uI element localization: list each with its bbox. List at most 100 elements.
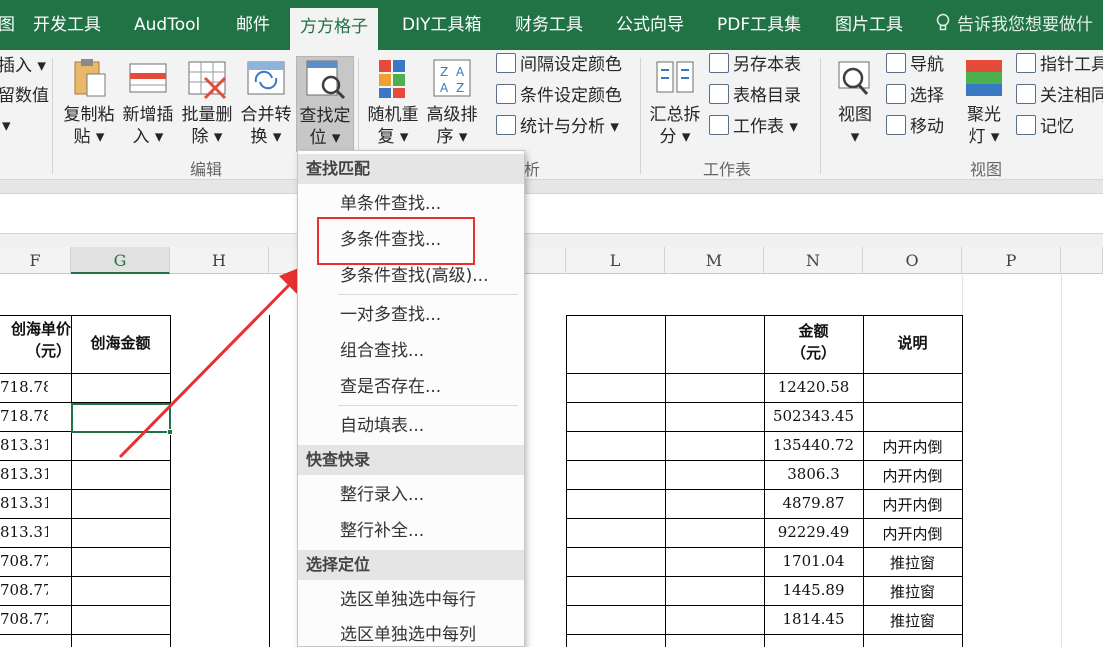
tab-image-tools[interactable]: 图片工具 — [835, 0, 903, 50]
table-cell-amount[interactable]: 135440.72 — [764, 436, 863, 454]
tab-pdf-tools[interactable]: PDF工具集 — [717, 0, 801, 50]
column-header-l[interactable]: L — [566, 247, 665, 274]
table-cell-note[interactable]: 推拉窗 — [863, 552, 962, 573]
menu-item-one-to-many-find[interactable]: 一对多查找... — [298, 298, 524, 332]
memory-button[interactable]: 记忆 — [1016, 113, 1074, 141]
tab-diy-toolbox[interactable]: DIY工具箱 — [402, 0, 482, 50]
header-cell-amount[interactable]: 创海金额 — [71, 332, 170, 353]
column-header-next[interactable] — [1061, 247, 1103, 274]
highlight-box — [317, 217, 475, 265]
table-cell-unit-price[interactable]: 813.31 — [0, 465, 48, 483]
condition-color-button[interactable]: 条件设定颜色 — [496, 82, 622, 110]
spotlight-button[interactable]: 聚光 灯 ▾ — [955, 56, 1013, 152]
header-cell-note[interactable]: 说明 — [863, 332, 962, 353]
table-cell-amount[interactable]: 1814.45 — [764, 610, 863, 628]
column-header-o[interactable]: O — [863, 247, 962, 274]
table-cell-note[interactable]: 内开内倒 — [863, 436, 962, 457]
table-cell-note[interactable]: 推拉窗 — [863, 610, 962, 631]
merge-convert-button[interactable]: 合并转 换 ▾ — [237, 56, 295, 152]
worksheet-button[interactable]: 工作表 ▾ — [709, 113, 798, 141]
table-cell-unit-price[interactable]: 813.31 — [0, 523, 48, 541]
table-cell-amount[interactable]: 1701.04 — [764, 552, 863, 570]
menu-item-combined-find[interactable]: 组合查找... — [298, 334, 524, 368]
add-insert-button[interactable]: 新增插 入 ▾ — [119, 56, 177, 152]
column-header-g[interactable]: G — [71, 247, 170, 274]
copy-paste-button[interactable]: 复制粘 贴 ▾ — [60, 56, 118, 152]
menu-item-row-entry[interactable]: 整行录入... — [298, 478, 524, 512]
column-header-m[interactable]: M — [665, 247, 764, 274]
table-cell-unit-price[interactable]: 718.78 — [0, 407, 48, 425]
keep-values-button-partial[interactable]: 留数值 — [0, 82, 49, 110]
table-cell-unit-price[interactable]: 813.31 — [0, 494, 48, 512]
table-cell-unit-price[interactable]: 813.31 — [0, 436, 48, 454]
table-border — [170, 315, 171, 647]
insert-rows-icon — [129, 63, 167, 93]
menu-item-auto-fill[interactable]: 自动填表... — [298, 409, 524, 443]
tab-view-partial[interactable]: 图 — [0, 0, 15, 50]
select-button[interactable]: 选择 — [886, 82, 944, 110]
pointer-tool-button[interactable]: 指针工具 — [1016, 51, 1103, 79]
table-cell-amount[interactable]: 3806.3 — [764, 465, 863, 483]
table-cell-note[interactable]: 内开内倒 — [863, 494, 962, 515]
interval-color-button[interactable]: 间隔设定颜色 — [496, 51, 622, 79]
header-cell-money[interactable]: 金额 （元） — [764, 320, 863, 364]
worksheet-grid[interactable]: 创海单价 （元） 创海金额 金额 （元） 说明 718.78 12420.58 71… — [0, 275, 1103, 647]
navigation-button[interactable]: 导航 — [886, 51, 944, 79]
table-cell-note[interactable]: 推拉窗 — [863, 581, 962, 602]
merge-convert-label: 合并转 换 ▾ — [240, 105, 292, 147]
view-button[interactable]: 视图 ▾ — [826, 56, 884, 152]
advanced-sort-button[interactable]: Z A A Z 高级排 序 ▾ — [423, 56, 481, 152]
menu-item-check-exists[interactable]: 查是否存在... — [298, 370, 524, 404]
active-cell[interactable] — [71, 403, 171, 433]
stats-analysis-button[interactable]: 统计与分析 ▾ — [496, 113, 619, 141]
gridline — [962, 275, 963, 315]
menu-item-row-complete[interactable]: 整行补全... — [298, 514, 524, 548]
menu-item-select-each-row[interactable]: 选区单独选中每行 — [298, 583, 524, 617]
menu-item-single-condition-find[interactable]: 单条件查找... — [298, 187, 524, 221]
tell-me-box[interactable]: 告诉我您想要做什 — [935, 0, 1093, 50]
batch-delete-button[interactable]: 批量删 除 ▾ — [178, 56, 236, 152]
tab-audtool[interactable]: AudTool — [134, 0, 200, 50]
table-cell-note[interactable]: 内开内倒 — [863, 465, 962, 486]
random-repeat-button[interactable]: 随机重 复 ▾ — [364, 56, 422, 152]
column-header-f[interactable]: F — [0, 247, 71, 274]
find-locate-button[interactable]: 查找定 位 ▾ — [296, 56, 354, 152]
table-cell-amount[interactable]: 92229.49 — [764, 523, 863, 541]
column-header-n[interactable]: N — [764, 247, 863, 274]
table-cell-amount[interactable]: 12420.58 — [764, 378, 863, 396]
fill-handle[interactable] — [167, 429, 173, 435]
table-cell-amount[interactable]: 1445.89 — [764, 581, 863, 599]
table-cell-unit-price[interactable]: 708.77 — [0, 581, 48, 599]
view-group-label: 视图 — [970, 160, 1003, 179]
worksheet-icon — [709, 115, 729, 135]
menu-separator — [338, 405, 518, 406]
tab-developer[interactable]: 开发工具 — [33, 0, 101, 50]
sort-az-icon: Z A A Z — [433, 59, 471, 97]
summary-split-button[interactable]: 汇总拆 分 ▾ — [646, 56, 704, 152]
sheet-group-label: 工作表 — [703, 160, 752, 179]
table-cell-unit-price[interactable]: 708.77 — [0, 552, 48, 570]
tab-formula-wizard[interactable]: 公式向导 — [616, 0, 684, 50]
table-cell-amount[interactable]: 502343.45 — [764, 407, 863, 425]
select-label: 选择 — [910, 86, 944, 106]
tab-fangfang-gezi[interactable]: 方方格子 — [290, 8, 378, 50]
partial-dropdown-arrow[interactable]: ▾ — [2, 112, 11, 140]
table-cell-note[interactable]: 内开内倒 — [863, 523, 962, 544]
move-button[interactable]: 移动 — [886, 113, 944, 141]
table-cell-amount[interactable]: 4879.87 — [764, 494, 863, 512]
formula-bar[interactable] — [0, 194, 1103, 234]
column-header-h[interactable]: H — [170, 247, 269, 274]
table-cell-unit-price[interactable]: 718.78 — [0, 378, 48, 396]
table-border — [0, 518, 170, 519]
table-cell-unit-price[interactable]: 708.77 — [0, 610, 48, 628]
header-cell-unit-price[interactable]: 创海单价 （元） — [0, 318, 71, 362]
tab-finance-tools[interactable]: 财务工具 — [515, 0, 583, 50]
column-header-p[interactable]: P — [962, 247, 1061, 274]
menu-item-select-each-column[interactable]: 选区单独选中每列 — [298, 618, 524, 647]
sheet-directory-button[interactable]: 表格目录 — [709, 82, 801, 110]
save-this-sheet-button[interactable]: 另存本表 — [709, 51, 801, 79]
tab-mail[interactable]: 邮件 — [236, 0, 270, 50]
table-border — [0, 634, 170, 635]
insert-button-partial[interactable]: 插入 ▾ — [0, 52, 46, 80]
watch-same-button[interactable]: 关注相同 — [1016, 82, 1103, 110]
